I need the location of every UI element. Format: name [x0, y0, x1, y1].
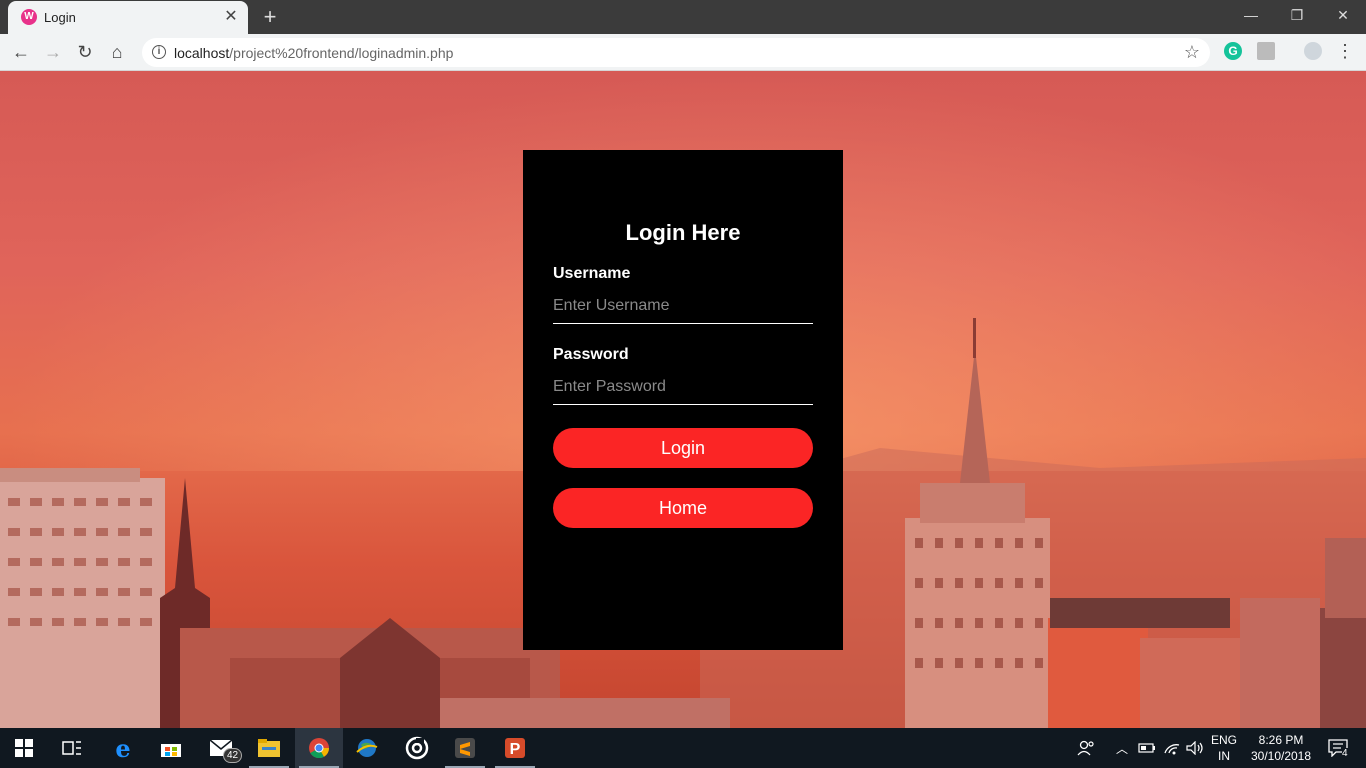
sublime-text-icon[interactable] — [441, 728, 489, 768]
language-line2: IN — [1218, 749, 1230, 763]
chrome-icon[interactable] — [295, 728, 343, 768]
minimize-icon[interactable]: — — [1228, 0, 1274, 30]
pdf-extension-icon[interactable] — [1257, 42, 1275, 60]
mail-icon[interactable]: 42 — [197, 728, 245, 768]
notifications-badge: 4 — [1342, 748, 1348, 760]
p-app-icon[interactable]: P — [491, 728, 539, 768]
globe-app-icon[interactable] — [343, 728, 391, 768]
file-explorer-icon[interactable] — [245, 728, 293, 768]
close-window-icon[interactable]: ✕ — [1320, 0, 1366, 30]
store-icon[interactable] — [147, 728, 195, 768]
people-icon[interactable] — [1064, 728, 1108, 768]
volume-icon[interactable] — [1184, 728, 1206, 768]
windows-start-icon[interactable] — [0, 728, 48, 768]
clock[interactable]: 8:26 PM 30/10/2018 — [1246, 732, 1316, 764]
action-center-icon[interactable]: 4 — [1318, 728, 1358, 768]
url-text[interactable]: localhost/project%20frontend/loginadmin.… — [174, 45, 453, 61]
address-bar[interactable]: i localhost/project%20frontend/loginadmi… — [142, 38, 1210, 67]
wifi-icon[interactable] — [1160, 728, 1184, 768]
wamp-icon: W — [21, 9, 37, 25]
browser-tab[interactable]: W Login ✕ — [8, 1, 248, 34]
username-label: Username — [553, 265, 631, 282]
username-input[interactable] — [553, 288, 813, 324]
back-icon[interactable]: ← — [9, 40, 33, 64]
tab-title: Login — [44, 10, 76, 25]
chrome-menu-icon[interactable]: ⋮ — [1336, 40, 1354, 64]
profile-avatar-icon[interactable] — [1304, 42, 1322, 60]
restore-icon[interactable]: ❐ — [1274, 0, 1320, 30]
svg-text:P: P — [510, 741, 521, 758]
url-host: localhost — [174, 45, 230, 61]
show-hidden-icons-chevron-icon[interactable]: ︿ — [1110, 728, 1134, 768]
battery-icon[interactable] — [1136, 728, 1158, 768]
grammarly-icon[interactable]: G — [1224, 42, 1242, 60]
language-indicator[interactable]: ENG IN — [1208, 732, 1240, 764]
language-line1: ENG — [1210, 733, 1237, 747]
windows-taskbar: e 42 P ︿ ENG IN 8:26 PM 30/10/2018 4 — [0, 728, 1366, 768]
home-button[interactable]: Home — [553, 488, 813, 528]
forward-icon[interactable]: → — [41, 40, 65, 64]
login-button[interactable]: Login — [553, 428, 813, 468]
home-icon[interactable]: ⌂ — [105, 40, 129, 64]
browser-title-bar: W Login ✕ + — ❐ ✕ — [0, 0, 1366, 34]
url-path: /project%20frontend/loginadmin.php — [229, 45, 454, 61]
login-title: Login Here — [625, 220, 741, 245]
bookmark-star-icon[interactable]: ☆ — [1184, 42, 1200, 63]
clock-time: 8:26 PM — [1258, 733, 1304, 747]
reload-icon[interactable]: ↻ — [73, 40, 97, 64]
password-label: Password — [553, 346, 629, 363]
new-tab-icon[interactable]: + — [258, 5, 282, 29]
password-input[interactable] — [553, 369, 813, 405]
browser-toolbar: ← → ↻ ⌂ i localhost/project%20frontend/l… — [0, 34, 1366, 71]
mail-badge: 42 — [223, 748, 243, 763]
clock-date: 30/10/2018 — [1250, 749, 1312, 763]
settings-ring-icon[interactable] — [393, 728, 441, 768]
edge-icon[interactable]: e — [99, 728, 147, 768]
login-panel: Login Here Username Password Login Home — [523, 150, 843, 650]
page-background: Login Here Username Password Login Home — [0, 71, 1366, 728]
task-view-icon[interactable] — [48, 728, 96, 768]
tab-close-icon[interactable]: ✕ — [222, 8, 240, 26]
info-icon[interactable]: i — [152, 45, 166, 59]
